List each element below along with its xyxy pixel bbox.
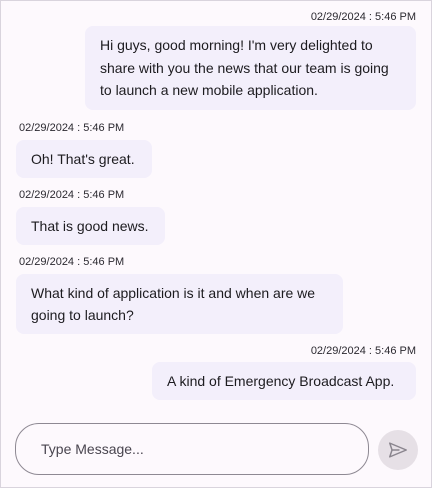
message-line: Hi guys, good morning! I'm very delighte… xyxy=(100,37,373,54)
message-text: That is good news. xyxy=(31,217,149,234)
message-timestamp: 02/29/2024 : 5:46 PM xyxy=(19,122,125,134)
message-composer[interactable] xyxy=(15,423,369,475)
message-timestamp: 02/29/2024 : 5:46 PM xyxy=(310,345,416,357)
message-timestamp: 02/29/2024 : 5:46 PM xyxy=(19,189,125,201)
send-icon xyxy=(389,442,407,458)
message-line: share with you the news that our team is… xyxy=(100,59,389,76)
message-bubble-incoming: That is good news. xyxy=(16,207,165,245)
message-timestamp: 02/29/2024 : 5:46 PM xyxy=(19,256,125,268)
message-bubble-incoming: Oh! That's great. xyxy=(16,140,152,178)
message-line: to launch a new mobile application. xyxy=(100,82,318,99)
chat-window: 02/29/2024 : 5:46 PM Hi guys, good morni… xyxy=(0,0,432,488)
message-timestamp: 02/29/2024 : 5:46 PM xyxy=(310,11,416,23)
message-line: What kind of application is it and when … xyxy=(31,284,316,301)
message-line: going to launch? xyxy=(31,307,134,323)
message-text: A kind of Emergency Broadcast App. xyxy=(167,372,395,389)
message-list: 02/29/2024 : 5:46 PM Hi guys, good morni… xyxy=(1,1,431,411)
message-input[interactable] xyxy=(41,438,341,460)
message-text: Hi guys, good morning! I'm very delighte… xyxy=(100,34,389,102)
message-bubble-outgoing: A kind of Emergency Broadcast App. xyxy=(152,362,416,400)
message-bubble-outgoing: Hi guys, good morning! I'm very delighte… xyxy=(85,26,416,110)
send-button[interactable] xyxy=(378,430,418,470)
message-text: What kind of application is it and when … xyxy=(31,282,315,327)
message-bubble-incoming: What kind of application is it and when … xyxy=(16,274,343,334)
message-text: Oh! That's great. xyxy=(31,150,135,167)
